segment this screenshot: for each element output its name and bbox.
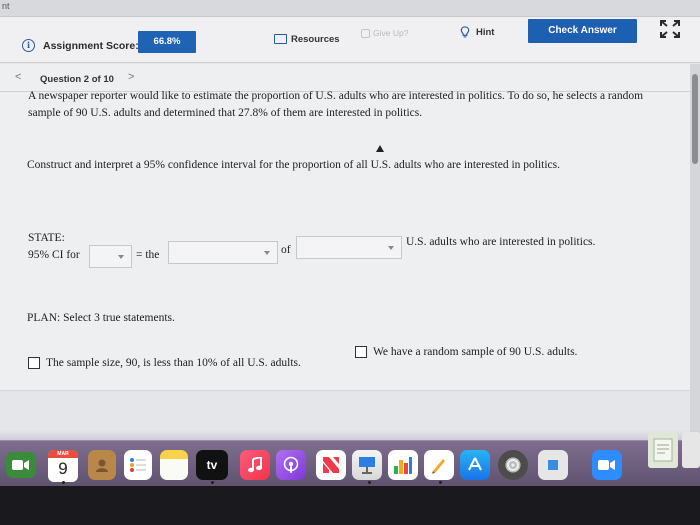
- chevron-down-icon: [388, 246, 394, 250]
- resources-label: Resources: [291, 33, 340, 45]
- problem-instruction: Construct and interpret a 95% confidence…: [27, 159, 561, 171]
- parameter-dropdown[interactable]: [89, 245, 132, 268]
- file-icon: [653, 438, 673, 462]
- previous-question-button[interactable]: <: [15, 71, 21, 83]
- expand-icon[interactable]: [660, 20, 680, 38]
- podcasts-icon[interactable]: [276, 450, 306, 480]
- problem-statement: A newspaper reporter would like to estim…: [28, 90, 644, 119]
- hint-button[interactable]: Hint: [460, 26, 494, 38]
- preview-icon[interactable]: [538, 450, 568, 480]
- measure-dropdown[interactable]: [168, 241, 278, 264]
- music-note-icon: [248, 457, 262, 473]
- checkbox[interactable]: [355, 346, 367, 358]
- running-indicator: [62, 481, 65, 484]
- resources-button[interactable]: Resources: [274, 31, 340, 47]
- next-question-button[interactable]: >: [128, 71, 134, 83]
- running-indicator: [368, 481, 371, 484]
- contacts-icon[interactable]: [88, 450, 116, 480]
- news-n-icon: [323, 457, 339, 473]
- music-icon[interactable]: [240, 450, 270, 480]
- system-preferences-icon[interactable]: [498, 450, 528, 480]
- app-store-icon[interactable]: [460, 450, 490, 480]
- keynote-icon[interactable]: [352, 450, 382, 480]
- give-up-button[interactable]: Give Up?: [361, 28, 408, 38]
- question-content: < Question 2 of 10 > A newspaper reporte…: [0, 64, 690, 445]
- calendar-month: MAR: [48, 450, 78, 458]
- pen-icon: [432, 459, 445, 474]
- population-description: U.S. adults who are interested in politi…: [406, 236, 596, 248]
- video-camera-icon: [598, 460, 615, 470]
- assignment-score-badge: 66.8%: [138, 31, 196, 53]
- lightbulb-icon: [460, 26, 470, 38]
- scrollbar[interactable]: [690, 64, 700, 445]
- flag-icon: [361, 28, 370, 38]
- state-heading: STATE:: [28, 232, 65, 244]
- folder-icon: [274, 34, 287, 44]
- numbers-icon[interactable]: [388, 450, 418, 480]
- assignment-toolbar: i Assignment Score: 66.8% Resources Give…: [0, 17, 700, 63]
- check-answer-button[interactable]: Check Answer: [528, 19, 637, 43]
- podium-icon: [359, 457, 375, 474]
- plan-option-label: We have a random sample of 90 U.S. adult…: [373, 346, 578, 358]
- ci-label: 95% CI for: [28, 249, 80, 261]
- facetime-icon[interactable]: [6, 452, 36, 478]
- mouse-cursor: [376, 145, 384, 152]
- scrollbar-thumb[interactable]: [692, 74, 698, 164]
- checkbox[interactable]: [28, 357, 40, 369]
- equals-the-label: = the: [136, 249, 160, 261]
- document-stack-icon[interactable]: [648, 432, 678, 468]
- chevron-down-icon: [118, 255, 124, 259]
- document-stack-icon-2[interactable]: [682, 432, 700, 468]
- chevron-down-icon: [264, 251, 270, 255]
- apple-tv-icon[interactable]: tv: [196, 450, 228, 480]
- video-camera-icon: [12, 460, 29, 470]
- tv-label: tv: [206, 458, 218, 472]
- screen: nt i Assignment Score: 66.8% Resources G…: [0, 0, 700, 445]
- gear-icon: [507, 459, 519, 471]
- give-up-label: Give Up?: [373, 28, 409, 38]
- plan-option-random-sample[interactable]: We have a random sample of 90 U.S. adult…: [355, 346, 577, 358]
- browser-tab-strip: nt: [0, 0, 700, 16]
- podcast-icon: [283, 456, 299, 473]
- plan-option-label: The sample size, 90, is less than 10% of…: [46, 357, 301, 369]
- pages-icon[interactable]: [424, 450, 454, 480]
- notes-icon[interactable]: [160, 450, 188, 480]
- app-store-a-icon: [468, 457, 482, 471]
- plan-heading: PLAN: Select 3 true statements.: [27, 312, 175, 324]
- calendar-day: 9: [58, 459, 68, 478]
- browser-tab-fragment[interactable]: nt: [2, 1, 10, 11]
- reminders-icon[interactable]: [124, 450, 152, 480]
- of-label: of: [281, 244, 291, 256]
- hint-label: Hint: [476, 26, 495, 38]
- running-indicator: [439, 481, 442, 484]
- list-icon: [130, 458, 146, 472]
- news-icon[interactable]: [316, 450, 346, 480]
- image-icon: [548, 460, 558, 470]
- info-icon[interactable]: i: [22, 39, 35, 52]
- population-dropdown[interactable]: [296, 236, 402, 259]
- screen-bezel: [0, 486, 700, 525]
- plan-option-sample-size[interactable]: The sample size, 90, is less than 10% of…: [28, 357, 301, 369]
- running-indicator: [211, 481, 214, 484]
- zoom-icon[interactable]: [592, 450, 622, 480]
- bar-chart-icon: [394, 457, 412, 474]
- assignment-score-label: Assignment Score:: [43, 40, 139, 52]
- person-icon: [96, 459, 108, 472]
- question-counter: Question 2 of 10: [40, 74, 114, 85]
- calendar-icon[interactable]: MAR 9: [48, 450, 78, 482]
